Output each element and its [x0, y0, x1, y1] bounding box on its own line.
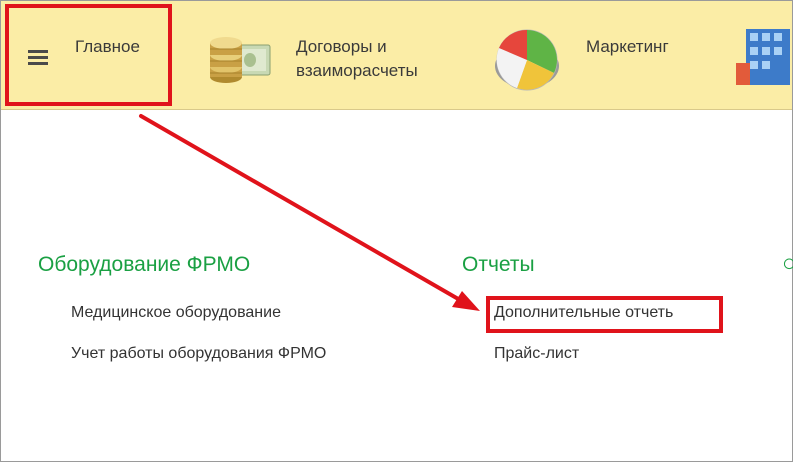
link-medical-equipment[interactable]: Медицинское оборудование	[71, 304, 281, 322]
annotation-highlight-link	[486, 296, 723, 333]
coins-money-icon	[210, 37, 271, 83]
pie-chart-icon	[495, 29, 559, 91]
section-marketing-label: Маркетинг	[586, 37, 669, 56]
group-title-reports: Отчеты	[462, 253, 535, 276]
section-partial[interactable]	[731, 1, 792, 109]
annotation-highlight-main	[5, 4, 172, 106]
section-marketing[interactable]: Маркетинг	[489, 1, 719, 109]
section-contracts-label: Договоры и взаиморасчеты	[296, 37, 418, 80]
partial-group-title: ○	[782, 250, 793, 277]
link-equipment-usage[interactable]: Учет работы оборудования ФРМО	[71, 345, 326, 363]
link-price-list[interactable]: Прайс-лист	[494, 345, 579, 363]
section-contracts[interactable]: Договоры и взаиморасчеты	[196, 1, 476, 109]
building-icon	[736, 29, 790, 85]
group-title-equipment: Оборудование ФРМО	[38, 253, 251, 276]
